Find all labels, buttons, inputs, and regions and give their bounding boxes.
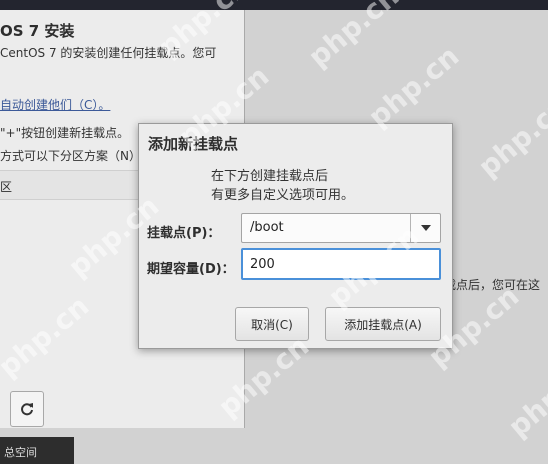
watermark-logo: php.cn	[361, 39, 466, 134]
dialog-description: 有更多自定义选项可用。	[211, 188, 355, 203]
background-line: 方式可以下分区方案（N）	[0, 149, 141, 163]
refresh-button[interactable]	[10, 391, 44, 427]
top-bar	[0, 0, 548, 10]
capacity-label: 期望容量(D)：	[147, 262, 235, 277]
mount-point-value: /boot	[250, 220, 284, 235]
mount-point-label: 挂载点(P)：	[147, 226, 221, 241]
partition-scheme-label: 区	[0, 180, 13, 194]
total-space-label: 总空间	[4, 446, 37, 459]
watermark-logo: php.cn	[471, 89, 548, 184]
chevron-down-icon	[421, 225, 431, 231]
dialog-description: 在下方创建挂载点后	[211, 169, 329, 184]
installer-title: OS 7 安装	[0, 22, 75, 40]
auto-create-link[interactable]: 自动创建他们（C）。	[0, 96, 110, 113]
watermark-logo: php.cn	[501, 349, 548, 444]
watermark-logo: php.cn	[301, 0, 406, 74]
refresh-icon	[21, 403, 33, 416]
background-line: "+"按钮创建新挂载点。	[0, 126, 130, 140]
total-space-box: 总空间	[0, 437, 74, 464]
